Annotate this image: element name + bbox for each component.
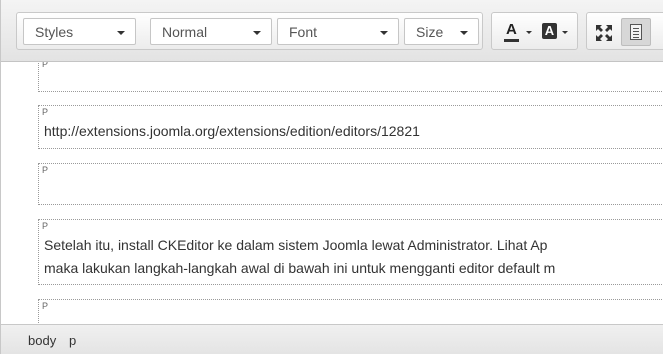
paragraph-text-line: maka lakukan langkah-langkah awal di baw… [44,260,556,276]
block-tag-label: P [42,107,49,117]
paragraph-block[interactable]: P http://extensions.joomla.org/extension… [38,105,663,149]
size-dropdown[interactable]: Size [404,18,479,45]
block-tag-label: P [42,301,49,311]
bg-color-icon: A [542,23,557,39]
font-dropdown[interactable]: Font [277,18,399,45]
format-label: Normal [162,24,208,40]
chevron-down-icon [526,31,532,34]
element-path-bar: body p [1,324,663,354]
path-item-body[interactable]: body [28,333,56,348]
editor-toolbar: Styles Normal Font Size A A [1,0,663,62]
paragraph-text-line: Setelah itu, install CKEditor ke dalam s… [44,237,548,253]
chevron-down-icon [460,31,468,35]
maximize-icon [596,25,612,41]
chevron-down-icon [117,31,125,35]
paragraph-block[interactable]: P Setelah itu, install CKEditor ke dalam… [38,219,663,285]
paragraph-block[interactable]: P [38,163,663,205]
color-group: A A [491,12,578,50]
show-blocks-icon [630,24,642,40]
editor-content-area[interactable]: P P http://extensions.joomla.org/extensi… [1,62,663,324]
bg-color-button[interactable]: A [538,20,574,44]
styles-dropdown[interactable]: Styles [23,18,136,45]
maximize-button[interactable] [589,20,619,44]
size-label: Size [416,24,444,40]
paragraph-block[interactable]: P [38,299,663,324]
paragraph-block[interactable]: P [38,62,663,92]
chevron-down-icon [562,31,568,34]
paragraph-text: http://extensions.joomla.org/extensions/… [44,123,420,139]
chevron-down-icon [253,31,261,35]
combo-group: Styles Normal Font Size [16,12,483,50]
rich-text-editor: Styles Normal Font Size A A P P http://e… [0,0,663,354]
chevron-down-icon [380,31,388,35]
text-color-button[interactable]: A [500,20,536,44]
format-dropdown[interactable]: Normal [150,18,272,45]
show-blocks-button[interactable] [621,18,651,46]
block-tag-label: P [42,221,49,231]
block-tag-label: P [42,62,49,69]
tools-group [586,12,663,50]
text-color-swatch [504,39,519,42]
font-label: Font [289,24,318,40]
path-item-p[interactable]: p [69,333,76,348]
block-tag-label: P [42,165,49,175]
text-color-icon: A [506,21,517,38]
styles-label: Styles [35,24,74,40]
